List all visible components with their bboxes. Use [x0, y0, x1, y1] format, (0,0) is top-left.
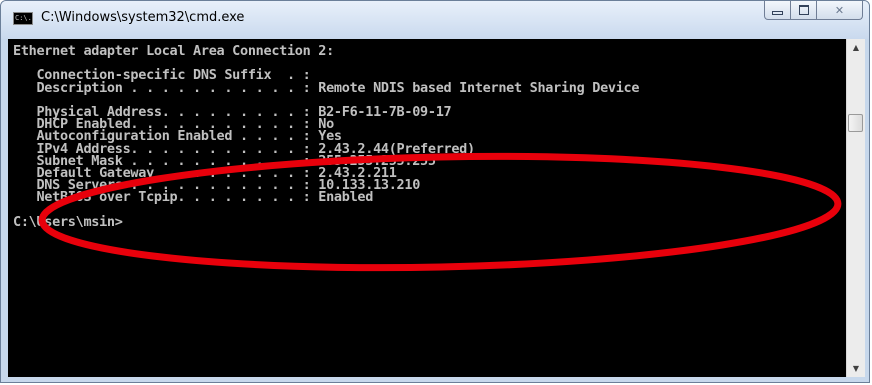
console-text: Ethernet adapter Local Area Connection 2…	[13, 43, 640, 230]
maximize-button[interactable]	[791, 1, 817, 20]
close-icon: ✕	[834, 3, 845, 17]
window-frame-bottom	[1, 377, 869, 382]
cmd-window: C:\. C:\Windows\system32\cmd.exe ✕ Ether…	[0, 0, 870, 383]
scroll-down-arrow-icon[interactable]: ▼	[847, 360, 865, 377]
minimize-icon	[772, 11, 783, 15]
maximize-icon	[798, 5, 809, 15]
vertical-scrollbar[interactable]: ▲ ▼	[846, 39, 865, 377]
console-line: C:\Users\msin>	[13, 213, 123, 230]
title-bar[interactable]: C:\. C:\Windows\system32\cmd.exe ✕	[1, 1, 869, 39]
console-output[interactable]: Ethernet adapter Local Area Connection 2…	[8, 39, 846, 377]
console-line: Ethernet adapter Local Area Connection 2…	[13, 43, 334, 59]
console-line: NetBIOS over Tcpip. . . . . . . . : Enab…	[13, 189, 374, 206]
close-button[interactable]: ✕	[817, 1, 863, 20]
console-line: Description . . . . . . . . . . . : Remo…	[13, 79, 640, 96]
window-frame-right	[865, 39, 869, 382]
minimize-button[interactable]	[764, 1, 791, 20]
scroll-up-arrow-icon[interactable]: ▲	[847, 39, 865, 56]
scroll-thumb[interactable]	[848, 114, 863, 132]
window-controls: ✕	[764, 1, 863, 21]
window-title: C:\Windows\system32\cmd.exe	[41, 10, 245, 25]
cmd-icon[interactable]: C:\.	[13, 12, 33, 25]
